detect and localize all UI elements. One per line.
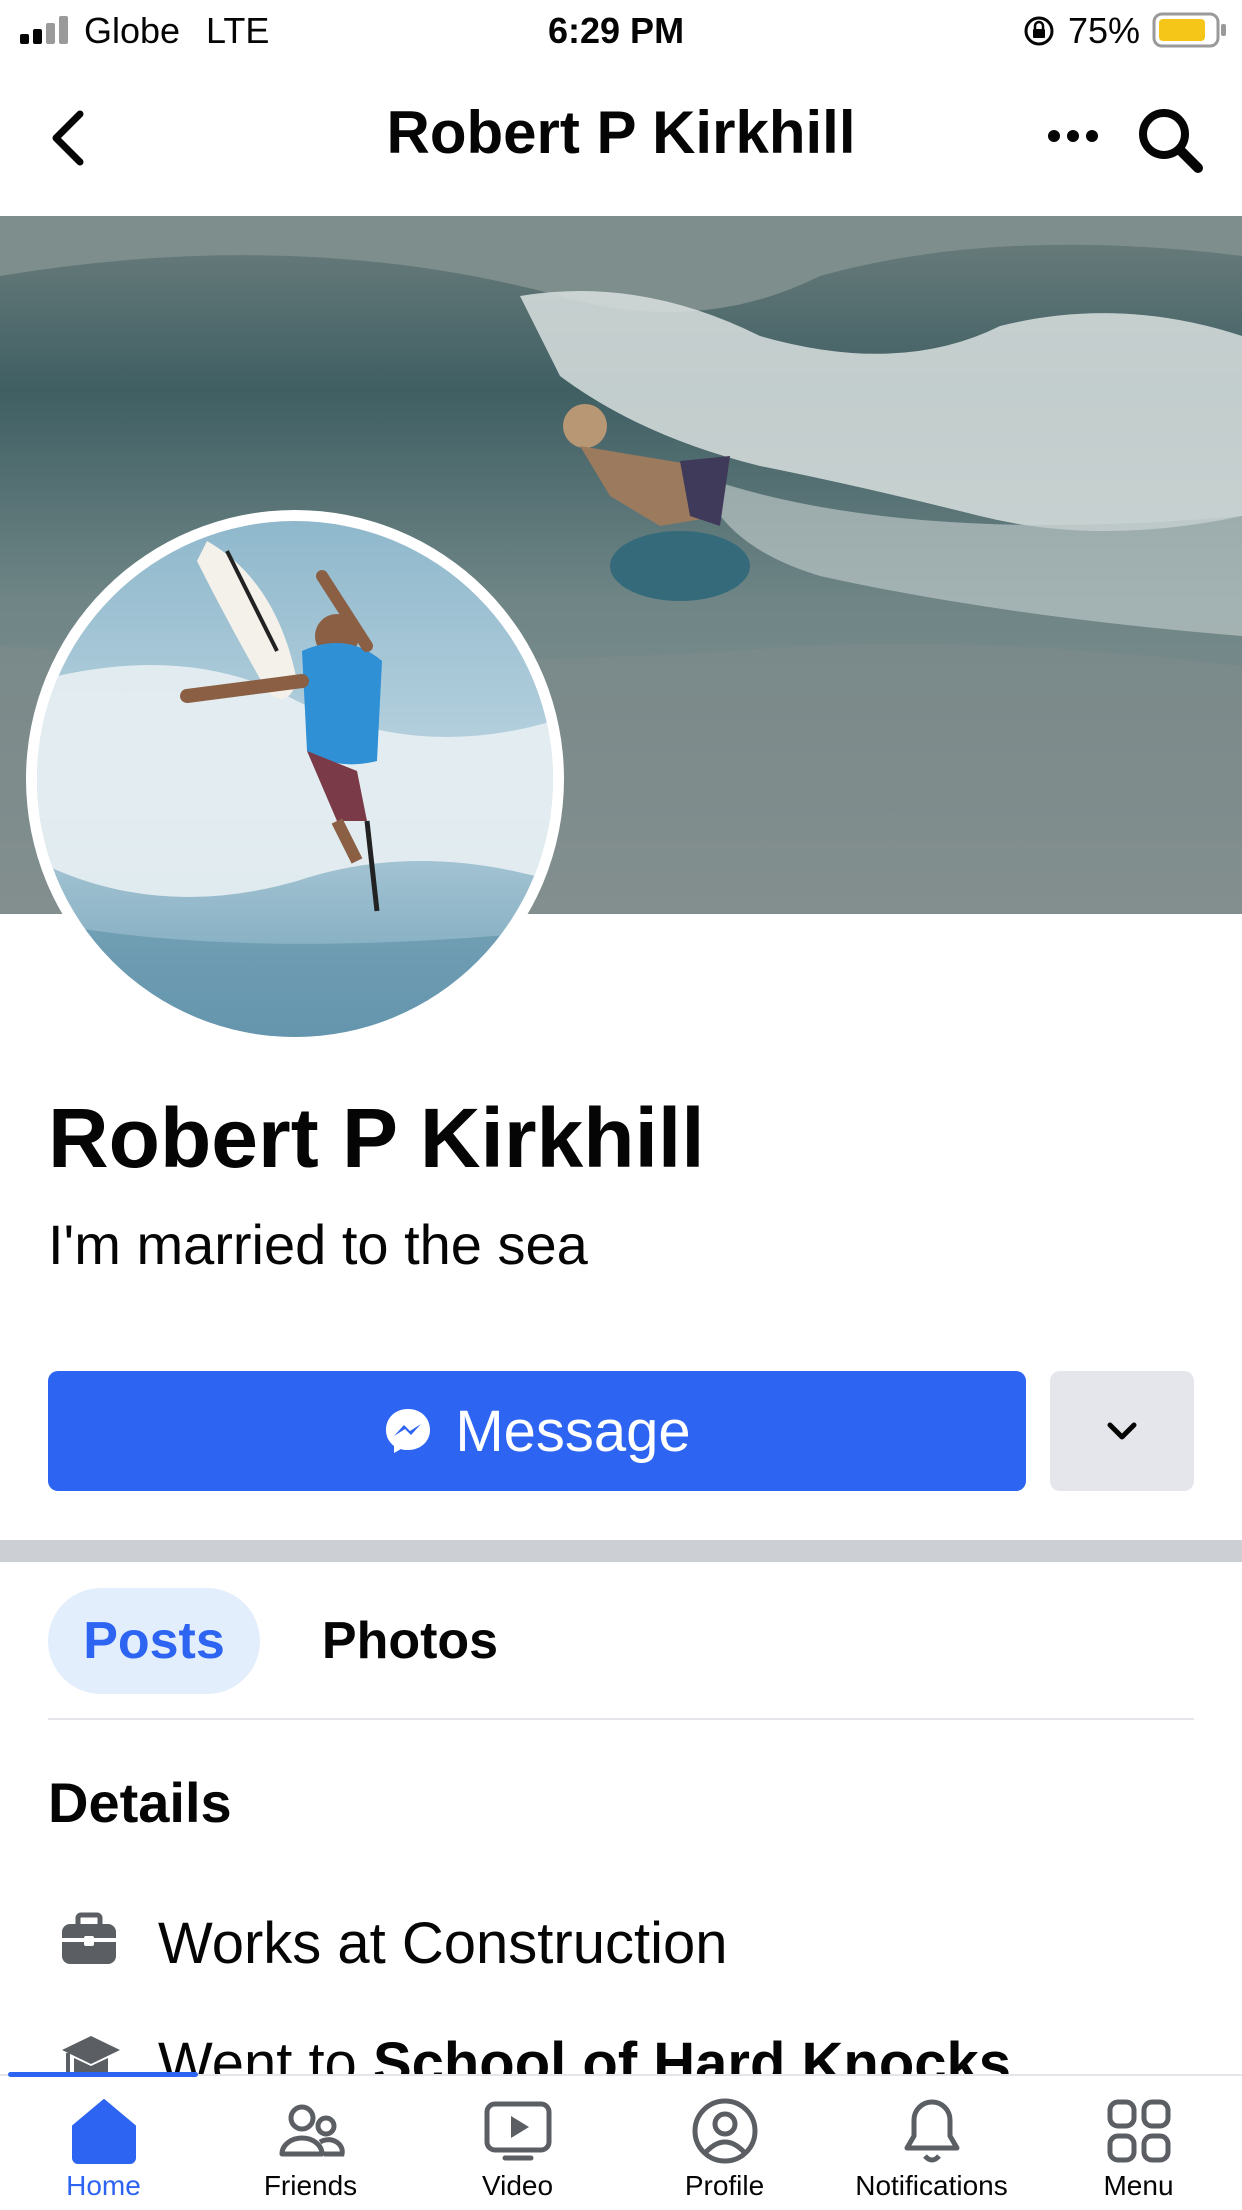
message-button-label: Message bbox=[455, 1398, 691, 1464]
friends-icon bbox=[279, 2104, 345, 2157]
surfboard-shape bbox=[610, 531, 750, 601]
battery-percent: 75% bbox=[1068, 10, 1141, 51]
bell-icon bbox=[904, 2099, 960, 2163]
profile-icon bbox=[692, 2098, 758, 2164]
profile-bio: I'm married to the sea bbox=[48, 1213, 588, 1276]
nav-menu[interactable]: Menu bbox=[1035, 2076, 1242, 2210]
nav-notifications[interactable]: Notifications bbox=[828, 2076, 1035, 2210]
message-button[interactable]: Message bbox=[48, 1371, 1026, 1491]
nav-profile-label: Profile bbox=[684, 2170, 765, 2201]
profile-picture[interactable] bbox=[26, 510, 564, 1048]
detail-row-work[interactable]: Works at Construction bbox=[58, 1908, 1158, 1988]
detail-work-prefix: Works at bbox=[158, 1911, 402, 1976]
briefcase-icon bbox=[58, 1912, 120, 1982]
detail-work-value: Construction bbox=[401, 1911, 728, 1976]
menu-grid-icon bbox=[1107, 2099, 1171, 2163]
nav-friends-label: Friends bbox=[263, 2170, 358, 2201]
top-app-bar: Robert P Kirkhill bbox=[0, 62, 1242, 218]
nav-home[interactable]: Home bbox=[0, 2076, 207, 2210]
search-icon[interactable] bbox=[1136, 106, 1204, 179]
battery-icon bbox=[1152, 12, 1228, 57]
more-options-icon[interactable] bbox=[1046, 126, 1100, 151]
nav-menu-label: Menu bbox=[1103, 2170, 1174, 2201]
status-bar: Globe LTE 6:29 PM 75% bbox=[0, 0, 1242, 62]
bottom-navigation: Home Friends Video Profile Notifications… bbox=[0, 2072, 1242, 2210]
network-type: LTE bbox=[206, 10, 270, 51]
tab-posts[interactable]: Posts bbox=[48, 1588, 260, 1694]
clock: 6:29 PM bbox=[548, 10, 685, 51]
profile-name: Robert P Kirkhill bbox=[48, 1091, 705, 1185]
video-icon bbox=[484, 2101, 552, 2161]
nav-home-label: Home bbox=[66, 2170, 141, 2201]
more-actions-button[interactable] bbox=[1050, 1371, 1194, 1491]
rotation-lock-icon bbox=[1022, 14, 1056, 57]
nav-video[interactable]: Video bbox=[414, 2076, 621, 2210]
nav-friends[interactable]: Friends bbox=[207, 2076, 414, 2210]
tab-photos[interactable]: Photos bbox=[300, 1588, 520, 1694]
home-icon bbox=[72, 2099, 136, 2164]
chevron-down-icon bbox=[1105, 1420, 1139, 1442]
messenger-icon bbox=[383, 1406, 433, 1456]
details-heading: Details bbox=[48, 1771, 232, 1834]
tabs-divider bbox=[48, 1718, 1194, 1720]
carrier-name: Globe bbox=[84, 10, 181, 51]
nav-profile[interactable]: Profile bbox=[621, 2076, 828, 2210]
signal-icon bbox=[20, 16, 72, 44]
section-divider bbox=[0, 1540, 1242, 1562]
nav-video-label: Video bbox=[481, 2170, 554, 2201]
nav-notifications-label: Notifications bbox=[855, 2170, 1008, 2201]
